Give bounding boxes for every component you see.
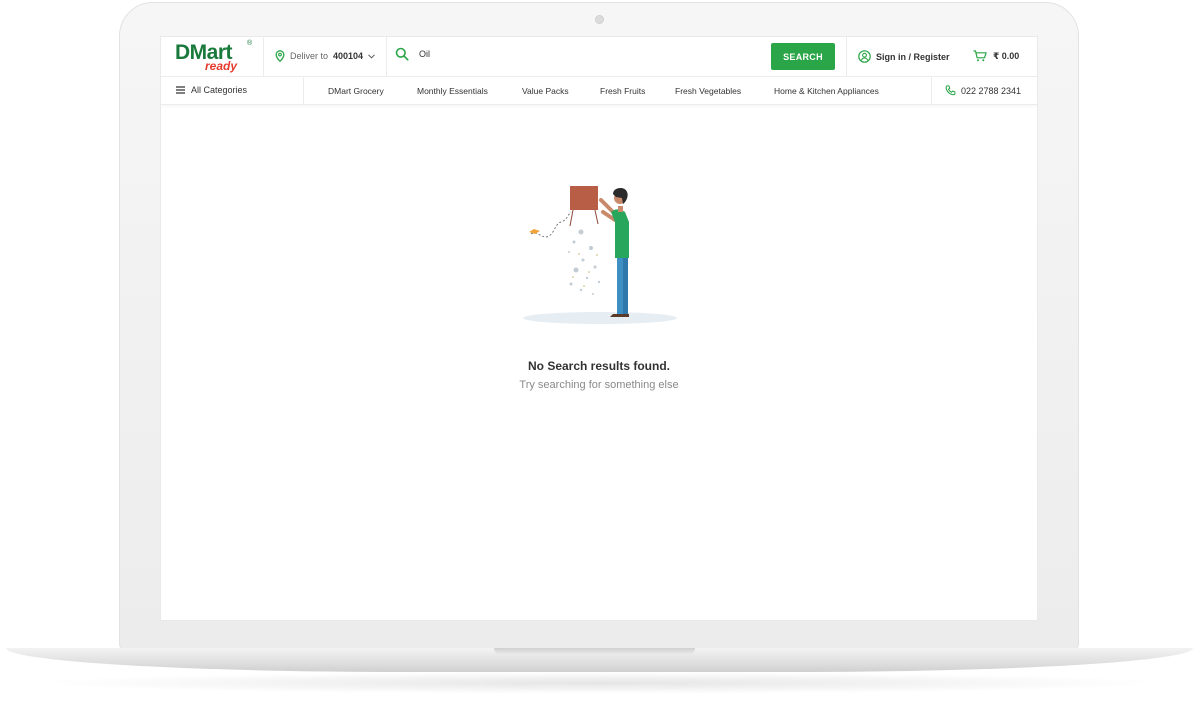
all-categories-menu[interactable]: All Categories — [176, 85, 247, 95]
logo-tagline: ready — [205, 59, 238, 73]
cart-amount: ₹ 0.00 — [993, 50, 1020, 61]
nav-item-dmart-grocery[interactable]: DMart Grocery — [328, 86, 384, 96]
laptop-notch — [494, 648, 695, 654]
divider — [303, 77, 304, 104]
nav-item-fresh-fruits[interactable]: Fresh Fruits — [600, 86, 645, 96]
all-categories-label: All Categories — [191, 85, 248, 95]
cart-icon — [973, 50, 987, 62]
location-pin-icon — [275, 50, 285, 62]
sign-in-label: Sign in / Register — [876, 51, 950, 62]
nav-item-value-packs[interactable]: Value Packs — [522, 86, 569, 96]
deliver-pincode: 400104 — [333, 51, 364, 61]
divider — [386, 37, 387, 77]
empty-state-subtitle: Try searching for something else — [519, 379, 679, 391]
divider — [846, 37, 847, 77]
logo-registered-mark: ® — [247, 40, 253, 47]
customer-care-phone[interactable]: 022 2788 2341 — [945, 85, 1021, 96]
top-header: DMart ready ® Deliver to 400104 SEARCH S… — [161, 37, 1037, 77]
browser-screen: DMart ready ® Deliver to 400104 SEARCH S… — [160, 36, 1038, 621]
hamburger-menu-icon — [176, 86, 185, 94]
search-bar — [395, 47, 739, 61]
nav-item-monthly-essentials[interactable]: Monthly Essentials — [417, 86, 488, 96]
deliver-label: Deliver to — [290, 51, 329, 61]
phone-icon — [945, 85, 956, 96]
user-icon — [858, 50, 871, 63]
divider — [263, 37, 264, 77]
search-input[interactable] — [419, 49, 739, 59]
laptop-shadow — [30, 672, 1170, 694]
deliver-to-selector[interactable]: Deliver to 400104 — [275, 50, 375, 62]
nav-item-home-kitchen-appliances[interactable]: Home & Kitchen Appliances — [774, 86, 879, 96]
empty-state-title: No Search results found. — [527, 359, 671, 373]
category-nav: All Categories DMart Grocery Monthly Ess… — [161, 77, 1037, 105]
dmart-logo[interactable]: DMart ready ® — [175, 40, 253, 73]
cart-button[interactable]: ₹ 0.00 — [973, 50, 1019, 62]
search-icon — [395, 47, 409, 61]
divider — [931, 77, 932, 104]
chevron-down-icon — [368, 53, 375, 59]
nav-item-fresh-vegetables[interactable]: Fresh Vegetables — [675, 86, 741, 96]
sign-in-register-link[interactable]: Sign in / Register — [858, 50, 950, 63]
phone-number: 022 2788 2341 — [961, 85, 1022, 96]
empty-search-illustration — [523, 186, 677, 324]
search-button[interactable]: SEARCH — [771, 43, 835, 70]
webcam — [595, 15, 604, 24]
